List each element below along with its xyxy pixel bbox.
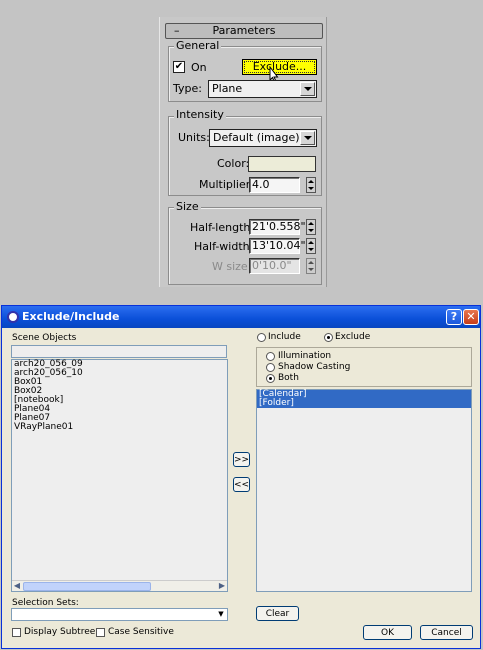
app-icon (7, 311, 19, 323)
multiplier-input[interactable]: 4.0 (249, 177, 300, 193)
case-sensitive-checkbox[interactable] (96, 628, 105, 637)
list-item[interactable]: [Folder] (257, 399, 471, 408)
illumination-radio[interactable] (266, 352, 275, 361)
dialog-title: Exclude/Include (22, 310, 120, 323)
scrollbar-thumb[interactable] (23, 582, 151, 591)
multiplier-label: Multiplier: (199, 178, 254, 191)
excluded-objects-list[interactable]: [Calendar] [Folder] (256, 389, 472, 592)
type-value: Plane (212, 82, 243, 95)
color-swatch[interactable] (248, 156, 316, 172)
parameters-rollout-header[interactable]: – Parameters (165, 23, 323, 39)
case-sensitive-label: Case Sensitive (108, 627, 174, 637)
shadow-casting-label: Shadow Casting (278, 362, 351, 372)
both-radio[interactable] (266, 374, 275, 383)
chevron-down-icon[interactable] (300, 131, 315, 145)
units-label: Units: (178, 131, 210, 144)
chevron-down-icon[interactable]: ▼ (216, 610, 226, 619)
exclude-label: Exclude (335, 332, 371, 342)
selection-sets-dropdown[interactable]: ▼ (11, 608, 228, 621)
include-radio[interactable] (257, 333, 266, 342)
w-size-label: W size (212, 260, 248, 273)
half-width-input[interactable]: 13'10.04" (249, 238, 306, 254)
add-to-list-button[interactable]: >> (233, 452, 250, 467)
type-dropdown[interactable]: Plane (208, 80, 317, 98)
half-length-spinner[interactable] (306, 219, 316, 235)
list-item[interactable]: arch20_056_10 (12, 369, 227, 378)
scene-objects-search-input[interactable] (11, 345, 227, 358)
scroll-left-icon[interactable]: ◀ (12, 581, 22, 591)
clear-button[interactable]: Clear (256, 606, 299, 621)
illumination-label: Illumination (278, 351, 332, 361)
remove-from-list-button[interactable]: << (233, 477, 250, 492)
w-size-spinner (306, 258, 316, 274)
half-length-input[interactable]: 21'0.558" (249, 219, 306, 235)
collapse-icon: – (174, 24, 180, 37)
scene-objects-label: Scene Objects (12, 333, 77, 343)
type-label: Type: (173, 82, 202, 95)
horizontal-scrollbar[interactable]: ◀ ▶ (12, 580, 227, 591)
rollout-title: Parameters (212, 24, 276, 37)
half-length-label: Half-length: (190, 221, 255, 234)
half-width-spinner[interactable] (306, 238, 316, 254)
display-subtree-checkbox[interactable] (12, 628, 21, 637)
w-size-input: 0'10.0" (249, 258, 300, 274)
list-item[interactable]: Box01 (12, 378, 227, 387)
size-group-label: Size (174, 200, 201, 213)
on-label: On (191, 61, 207, 74)
both-label: Both (278, 373, 299, 383)
shadow-casting-radio[interactable] (266, 363, 275, 372)
help-button[interactable]: ? (446, 309, 462, 325)
scene-objects-list[interactable]: arch20_056_09 arch20_056_10 Box01 Box02 … (11, 359, 228, 592)
ok-button[interactable]: OK (363, 625, 412, 640)
display-subtree-label: Display Subtree (24, 627, 96, 637)
multiplier-spinner[interactable] (306, 177, 316, 193)
units-dropdown[interactable]: Default (image) (209, 129, 317, 147)
on-checkbox[interactable]: ✔ (173, 61, 185, 73)
exclude-radio[interactable] (324, 333, 333, 342)
color-label: Color: (217, 157, 250, 170)
intensity-group-label: Intensity (174, 108, 226, 121)
chevron-down-icon[interactable] (300, 82, 315, 96)
cancel-button[interactable]: Cancel (420, 625, 473, 640)
units-value: Default (image) (213, 131, 300, 144)
general-group-label: General (174, 39, 222, 52)
half-width-label: Half-width: (194, 240, 254, 253)
include-label: Include (268, 332, 301, 342)
list-item[interactable]: VRayPlane01 (12, 423, 227, 432)
close-button[interactable]: ✕ (463, 309, 479, 325)
scroll-right-icon[interactable]: ▶ (217, 581, 227, 591)
